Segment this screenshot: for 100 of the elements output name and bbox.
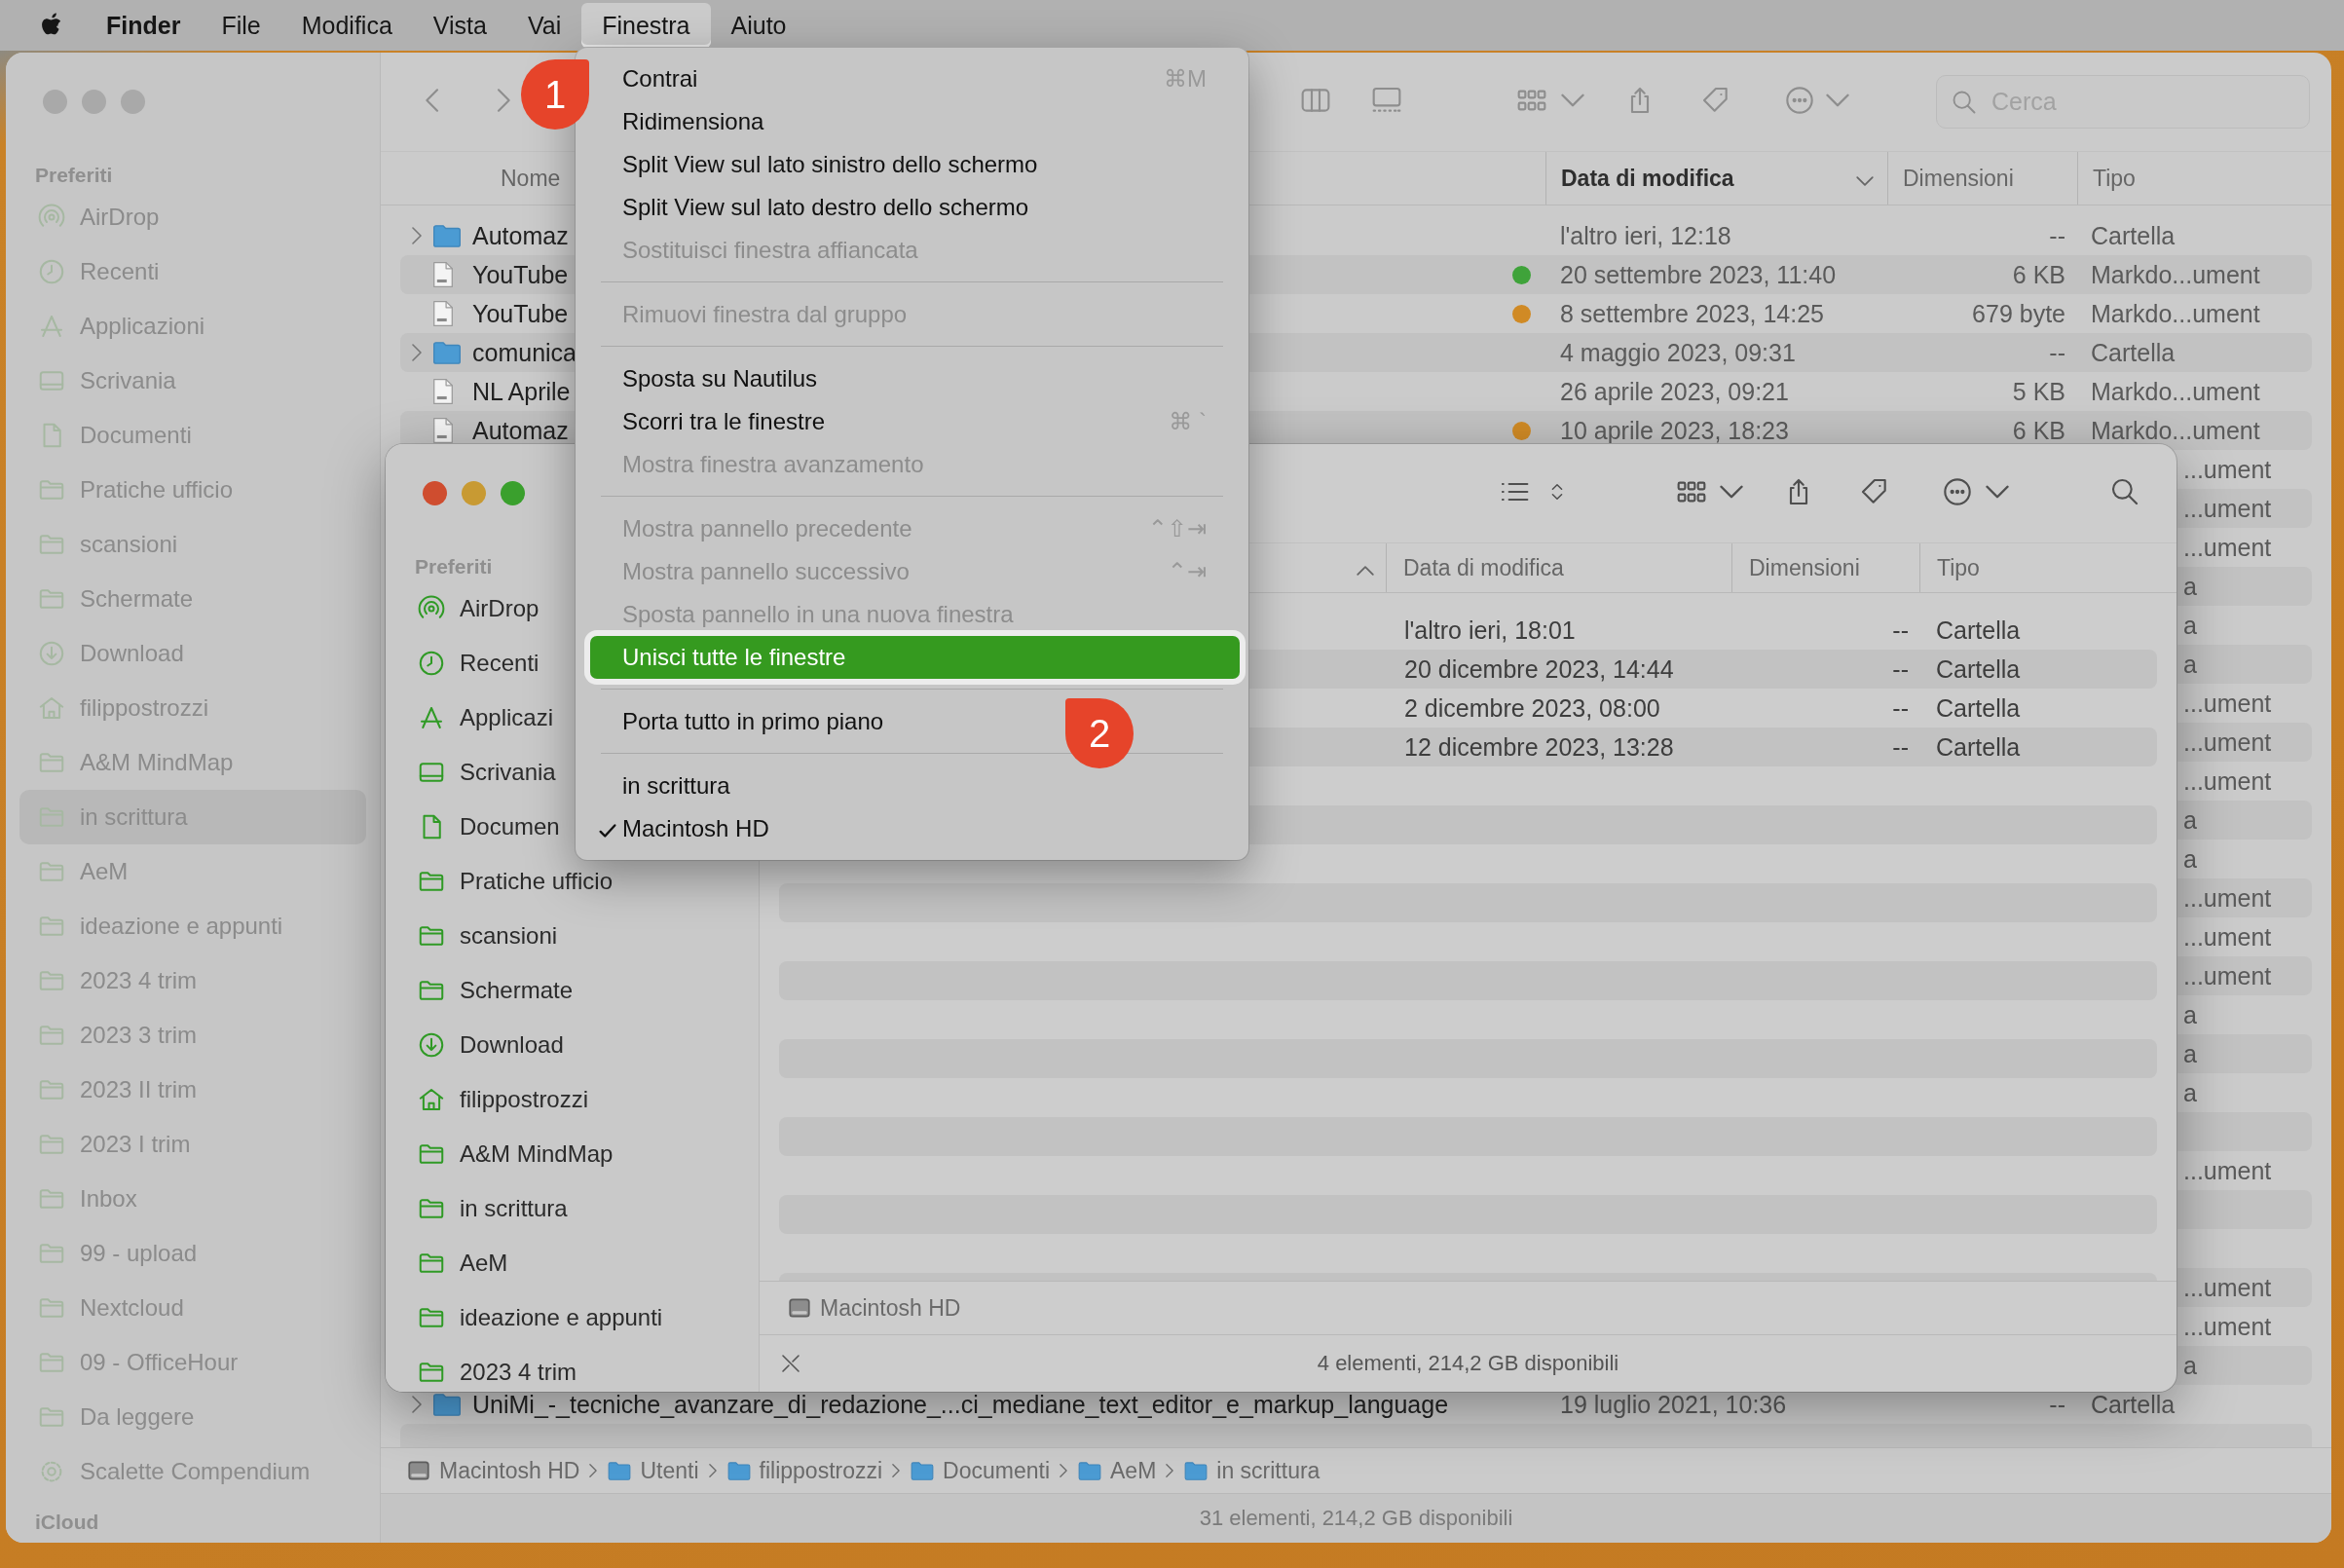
path-item[interactable]: filippostrozzi — [759, 1457, 883, 1484]
chevron-up-icon[interactable] — [1357, 565, 1374, 576]
menu-bar-item[interactable]: File — [201, 3, 281, 48]
sidebar-item[interactable]: 2023 3 trim — [19, 1008, 366, 1063]
column-header[interactable]: Dimensioni — [1749, 554, 1860, 581]
path-item[interactable]: Utenti — [640, 1457, 699, 1484]
zoom-button[interactable] — [121, 89, 145, 114]
chevron-down-icon[interactable] — [1856, 175, 1874, 186]
sidebar-item[interactable]: scansioni — [399, 909, 745, 963]
sidebar-item[interactable]: ideazione e appunti — [19, 899, 366, 953]
disclosure-icon[interactable] — [412, 344, 422, 361]
sidebar-item[interactable]: ideazione e appunti — [399, 1290, 745, 1345]
sidebar-item[interactable]: Applicazioni — [19, 299, 366, 354]
chevron-right-icon — [892, 1464, 901, 1477]
sidebar-item[interactable]: 2023 4 trim — [399, 1345, 745, 1392]
chevron-right-icon — [708, 1464, 717, 1477]
close-button[interactable] — [43, 89, 67, 114]
column-header[interactable]: Data di modifica — [1561, 165, 1734, 192]
column-header[interactable]: Dimensioni — [1903, 165, 2014, 192]
sidebar-item[interactable]: AeM — [399, 1236, 745, 1290]
sidebar-item[interactable]: Download — [399, 1018, 745, 1072]
menu-bar-item[interactable]: Modifica — [280, 3, 413, 48]
sidebar-item[interactable]: scansioni — [19, 517, 366, 572]
sidebar-item[interactable]: 2023 I trim — [19, 1117, 366, 1172]
document-icon — [433, 418, 453, 443]
path-item[interactable]: in scrittura — [1216, 1457, 1321, 1484]
table-cell: ...ument — [2183, 728, 2272, 757]
menu-bar-item[interactable]: Vai — [506, 3, 582, 48]
document-icon — [433, 379, 453, 404]
sidebar-item[interactable]: Download — [19, 626, 366, 681]
table-cell-text: 20 settembre 2023, 11:40 — [1559, 260, 1838, 289]
table-cell-text: Markdo...ument — [2090, 416, 2261, 445]
close-icon[interactable] — [779, 1352, 802, 1375]
download-icon — [37, 639, 66, 668]
table-cell: ...ument — [2183, 533, 2272, 562]
disclosure-icon[interactable] — [412, 227, 422, 244]
menu-bar-item[interactable]: Vista — [412, 3, 507, 48]
menu-item[interactable]: Sposta su Nautilus — [590, 357, 828, 400]
sidebar-item[interactable]: Da leggere — [19, 1390, 366, 1444]
sidebar-item[interactable]: Recenti — [19, 244, 366, 299]
zoom-button[interactable] — [501, 480, 525, 505]
sidebar-item[interactable]: AeM — [19, 844, 366, 899]
more-icon[interactable] — [1942, 475, 1973, 507]
sidebar-item[interactable]: Scrivania — [19, 354, 366, 408]
sidebar-item[interactable]: AirDrop — [19, 190, 366, 244]
chevron-down-icon[interactable] — [1720, 484, 1743, 499]
sidebar-item[interactable]: filippostrozzi — [19, 681, 366, 735]
file-name: comunica — [472, 338, 577, 367]
table-cell-text: -- — [1891, 654, 1909, 684]
minimize-button[interactable] — [82, 89, 106, 114]
column-header[interactable]: Data di modifica — [1403, 554, 1564, 581]
table-cell: ...ument — [2183, 922, 2272, 952]
sidebar-item[interactable]: filippostrozzi — [399, 1072, 745, 1127]
menu-bar-item[interactable]: Finder — [86, 3, 202, 48]
sidebar-item[interactable]: Inbox — [19, 1172, 366, 1226]
disclosure-icon[interactable] — [412, 1396, 422, 1413]
table-cell-text: 2 dicembre 2023, 08:00 — [1404, 693, 1661, 723]
path-item[interactable]: Macintosh HD — [820, 1294, 961, 1322]
download-icon — [417, 1030, 446, 1060]
shortcut-text: ⌘ ` — [1169, 408, 1207, 435]
menu-bar-item[interactable]: Aiuto — [710, 3, 807, 48]
table-cell: ...ument — [2183, 455, 2272, 484]
sidebar-item[interactable]: Documenti — [19, 408, 366, 463]
menu-item[interactable]: Ridimensiona — [590, 100, 774, 143]
menu-bar-item[interactable]: Finestra — [581, 3, 711, 48]
menu-item[interactable]: Split View sul lato destro dello schermo — [590, 186, 1039, 229]
sidebar-item[interactable]: 99 - upload — [19, 1226, 366, 1281]
chevron-down-icon[interactable] — [1986, 484, 2009, 499]
menu-item[interactable]: Porta tutto in primo piano — [590, 700, 894, 743]
menu-item[interactable]: Split View sul lato sinistro dello schermo — [590, 143, 1048, 186]
menu-item[interactable]: Macintosh HD — [590, 807, 779, 850]
sidebar-item[interactable]: A&M MindMap — [19, 735, 366, 790]
path-item[interactable]: Macintosh HD — [439, 1457, 580, 1484]
sidebar-item[interactable]: Schermate — [19, 572, 366, 626]
sidebar-item[interactable]: Nextcloud — [19, 1281, 366, 1335]
column-header[interactable]: Tipo — [2093, 165, 2136, 192]
sidebar-item[interactable]: 2023 II trim — [19, 1063, 366, 1117]
table-cell-text: 20 dicembre 2023, 14:44 — [1404, 654, 1675, 684]
folder-icon — [433, 1393, 461, 1416]
close-button[interactable] — [423, 480, 447, 505]
table-cell-text: l'altro ieri, 18:01 — [1404, 616, 1577, 645]
sidebar-item[interactable]: A&M MindMap — [399, 1127, 745, 1181]
table-cell: ...ument — [2183, 961, 2272, 990]
column-header[interactable]: Nome — [501, 165, 561, 192]
sidebar-item[interactable]: 2023 4 trim — [19, 953, 366, 1008]
document-icon — [433, 262, 453, 287]
minimize-button[interactable] — [462, 480, 486, 505]
sidebar-item[interactable]: Pratiche ufficio — [19, 463, 366, 517]
table-cell-text: Markdo...ument — [2090, 377, 2261, 406]
sidebar-item[interactable]: in scrittura — [399, 1181, 745, 1236]
menu-item[interactable]: in scrittura — [590, 765, 740, 807]
sidebar-item[interactable]: Schermate — [399, 963, 745, 1018]
sidebar-item[interactable]: 09 - OfficeHour — [19, 1335, 366, 1390]
sidebar-item[interactable]: Scalette Compendium — [19, 1444, 366, 1499]
path-item[interactable]: Documenti — [943, 1457, 1050, 1484]
table-cell: a — [2183, 1039, 2197, 1068]
path-item[interactable]: AeM — [1110, 1457, 1157, 1484]
chevron-right-icon — [589, 1464, 598, 1477]
menu-item[interactable]: Scorri tra le finestre ⌘ ` — [590, 400, 1240, 443]
column-header[interactable]: Tipo — [1937, 554, 1980, 581]
